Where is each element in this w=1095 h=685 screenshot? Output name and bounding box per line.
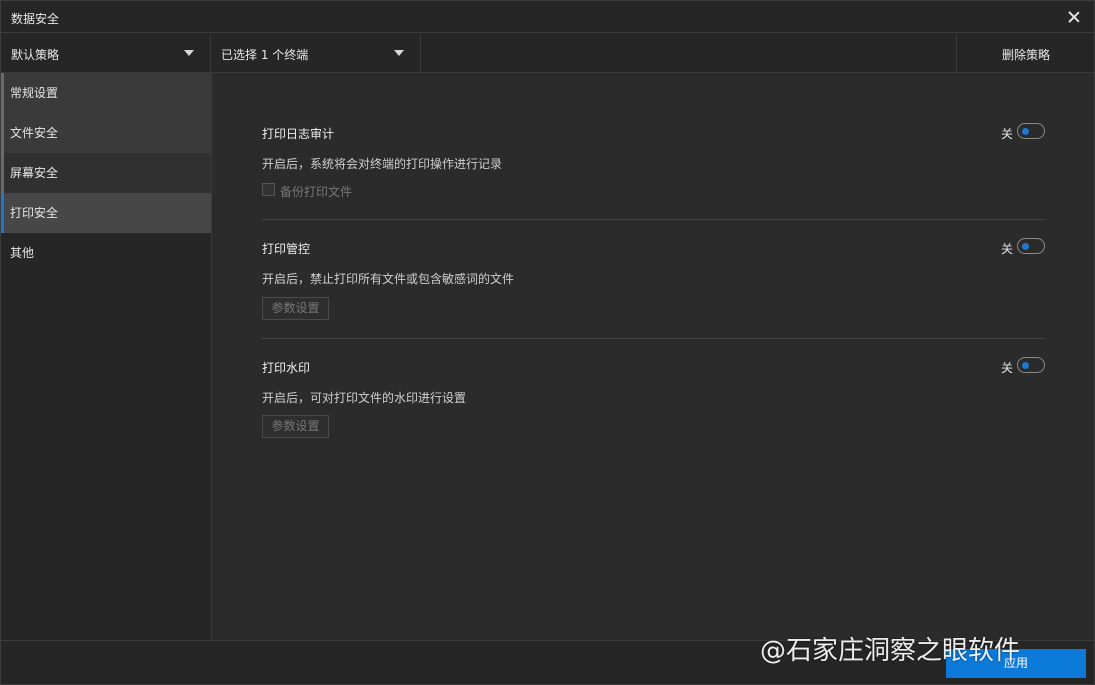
checkbox-label: 备份打印文件	[280, 185, 353, 199]
chevron-down-icon	[394, 50, 404, 56]
image-watermark: @石家庄洞察之眼软件	[760, 636, 1021, 666]
sidebar-item-label: 文件安全	[10, 126, 59, 140]
toggle-knob	[1022, 127, 1029, 135]
section-print-control: 打印管控 关 开启后，禁止打印所有文件或包含敏感词的文件 参数设置	[262, 238, 1045, 340]
section-title: 打印水印	[262, 361, 311, 375]
sidebar: 常规设置 文件安全 屏幕安全 打印安全 其他	[1, 73, 212, 640]
print-control-settings-button[interactable]: 参数设置	[262, 297, 329, 320]
print-control-toggle[interactable]	[1017, 238, 1045, 254]
title-bar: 数据安全	[1, 1, 1094, 33]
delete-policy-label: 删除策略	[1002, 48, 1051, 62]
main-panel: 打印日志审计 关 开启后，系统将会对终端的打印操作进行记录 备份打印文件 打印管…	[212, 73, 1094, 640]
close-icon[interactable]	[1064, 7, 1084, 27]
section-description: 开启后，系统将会对终端的打印操作进行记录	[262, 157, 503, 171]
sidebar-item-label: 屏幕安全	[10, 166, 59, 180]
section-description: 开启后，可对打印文件的水印进行设置	[262, 391, 467, 405]
sidebar-item-general[interactable]: 常规设置	[1, 73, 211, 113]
toggle-state-label: 关	[1000, 127, 1013, 141]
toolbar: 默认策略 已选择 1 个终端 删除策略	[1, 34, 1094, 73]
print-log-audit-toggle[interactable]	[1017, 123, 1045, 139]
section-description: 开启后，禁止打印所有文件或包含敏感词的文件	[262, 272, 515, 286]
toggle-knob	[1022, 242, 1029, 250]
terminal-dropdown-value: 已选择 1 个终端	[221, 48, 309, 62]
sidebar-item-print-security[interactable]: 打印安全	[1, 193, 211, 233]
section-print-watermark: 打印水印 关 开启后，可对打印文件的水印进行设置 参数设置	[262, 357, 1045, 449]
toggle-group: 关	[975, 123, 1045, 141]
data-security-dialog: 数据安全 默认策略 已选择 1 个终端 删除策略 常规设置 文件安全 屏幕安全	[0, 0, 1095, 685]
sidebar-item-label: 其他	[10, 246, 35, 260]
section-divider	[262, 219, 1045, 220]
toggle-group: 关	[975, 357, 1045, 375]
section-title: 打印管控	[262, 242, 311, 256]
print-watermark-toggle[interactable]	[1017, 357, 1045, 373]
sidebar-item-screen-security[interactable]: 屏幕安全	[1, 153, 211, 193]
toggle-state-label: 关	[1000, 361, 1013, 375]
sidebar-item-label: 常规设置	[10, 86, 59, 100]
terminal-dropdown[interactable]: 已选择 1 个终端	[211, 34, 421, 72]
chevron-down-icon	[184, 50, 194, 56]
toggle-knob	[1022, 361, 1029, 369]
section-title: 打印日志审计	[262, 127, 335, 141]
policy-dropdown-value: 默认策略	[11, 48, 60, 62]
backup-print-file-checkbox[interactable]	[262, 183, 275, 196]
delete-policy-button[interactable]: 删除策略	[956, 34, 1094, 72]
sidebar-item-label: 打印安全	[10, 206, 59, 220]
toggle-state-label: 关	[1000, 242, 1013, 256]
sidebar-item-file-security[interactable]: 文件安全	[1, 113, 211, 153]
sidebar-item-other[interactable]: 其他	[1, 233, 211, 273]
section-divider	[262, 338, 1045, 339]
toggle-group: 关	[975, 238, 1045, 256]
print-watermark-settings-button[interactable]: 参数设置	[262, 415, 329, 438]
window-title: 数据安全	[11, 12, 60, 26]
section-print-log-audit: 打印日志审计 关 开启后，系统将会对终端的打印操作进行记录 备份打印文件	[262, 123, 1045, 220]
policy-dropdown[interactable]: 默认策略	[1, 34, 211, 72]
